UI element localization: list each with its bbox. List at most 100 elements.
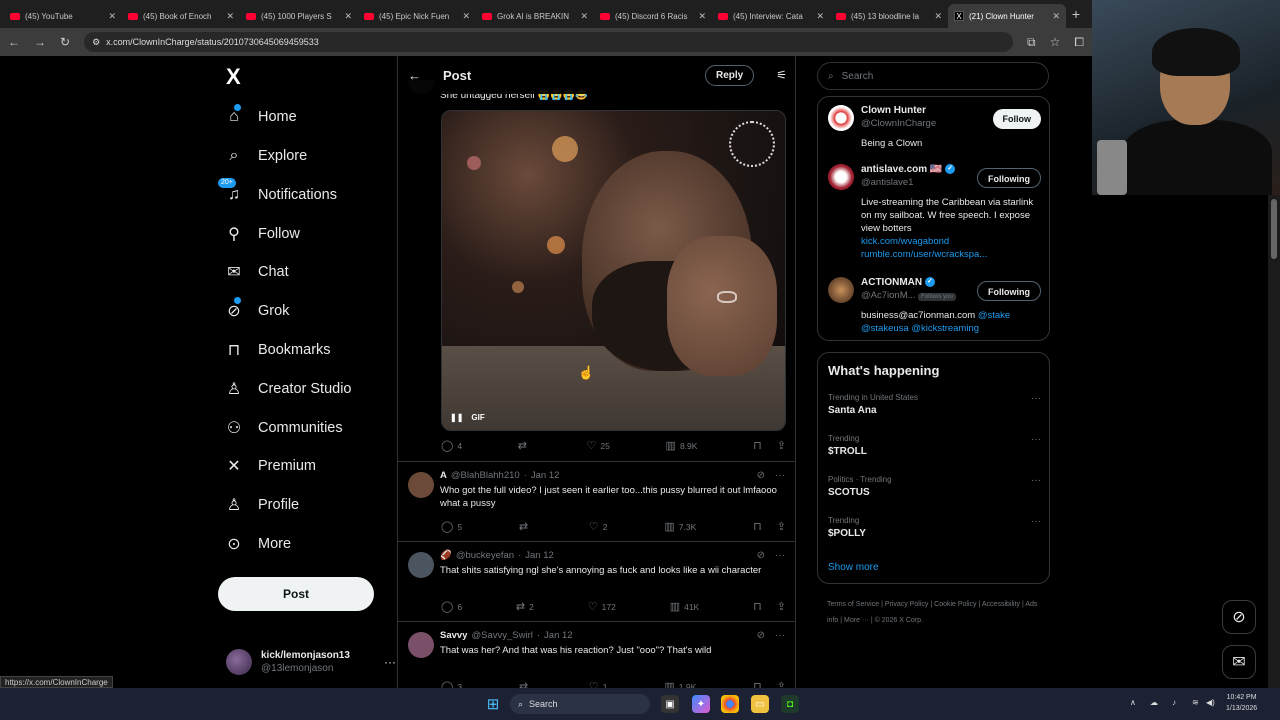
avatar[interactable]	[828, 277, 854, 303]
pause-icon[interactable]: ❚❚	[450, 413, 463, 422]
more-dots-icon[interactable]: ···	[775, 630, 785, 641]
tray-chevron-icon[interactable]: ∧	[1130, 698, 1136, 707]
tweet-date[interactable]: Jan 12	[544, 630, 573, 641]
bio-link[interactable]: kick.com/wvagabond	[861, 236, 949, 247]
avatar[interactable]	[828, 164, 854, 190]
retweet-action[interactable]: ⇄	[519, 520, 532, 533]
back-arrow-icon[interactable]: ←	[8, 35, 20, 49]
grok-floating-icon[interactable]: ⊘	[1222, 600, 1256, 634]
avatar[interactable]	[408, 632, 434, 658]
footer-link[interactable]: Accessibility	[982, 601, 1020, 608]
mic-icon[interactable]: ♪	[1172, 698, 1176, 707]
avatar[interactable]	[828, 105, 854, 131]
taskbar-clock[interactable]: 10:42 PM 1/13/2026	[1226, 692, 1257, 714]
user-name[interactable]: antislave.com 🇺🇸 ✓	[861, 164, 956, 175]
address-bar[interactable]: ⚙ x.com/ClownInCharge/status/20107306450…	[84, 32, 1014, 52]
bookmark-icon[interactable]: ⊓	[753, 439, 762, 452]
close-tab-icon[interactable]: ✕	[1052, 11, 1060, 22]
more-dots-icon[interactable]: ···	[775, 470, 785, 481]
tweet-date[interactable]: Jan 12	[531, 470, 560, 481]
sidebar-item-chat[interactable]: ✉ Chat	[224, 255, 288, 289]
site-info-icon[interactable]: ⚙	[92, 37, 100, 48]
grok-icon[interactable]: ⊘	[757, 630, 765, 641]
views-action[interactable]: ▥ 41K	[670, 600, 700, 613]
retweet-action[interactable]: ⇄	[519, 680, 532, 688]
filter-sliders-icon[interactable]: ⚟	[776, 68, 787, 82]
reload-icon[interactable]: ↻	[60, 35, 70, 49]
bookmark-icon[interactable]: ⊓	[753, 680, 762, 688]
trend-item[interactable]: Trending $TROLL ···	[828, 434, 1041, 457]
footer-link[interactable]: More ···	[844, 617, 869, 624]
bio-link[interactable]: rumble.com/user/wcrackspa...	[861, 249, 987, 260]
user-name[interactable]: ACTIONMAN ✓	[861, 277, 935, 288]
bookmark-icon[interactable]: ⊓	[753, 600, 762, 613]
more-dots-icon[interactable]: ···	[1031, 393, 1041, 404]
views-action[interactable]: ▥ 1.9K	[664, 680, 696, 688]
more-dots-icon[interactable]: ···	[775, 550, 785, 561]
browser-tab[interactable]: X (21) Clown Hunter ✕	[948, 4, 1066, 28]
share-icon[interactable]: ⇪	[777, 520, 786, 533]
install-app-icon[interactable]: ⧉	[1027, 35, 1036, 50]
browser-tab[interactable]: (45) Book of Enoch ✕	[122, 4, 240, 28]
sidebar-item-explore[interactable]: ⌕ Explore	[224, 139, 308, 173]
reply-action[interactable]: ◯ 6	[441, 600, 462, 613]
more-dots-icon[interactable]: ···	[1031, 516, 1041, 527]
reply-tweet[interactable]: A @BlahBlahh210 · Jan 12 ⊘ ··· Who got the ful…	[398, 462, 795, 542]
network-icon[interactable]: ☁	[1150, 698, 1158, 707]
wifi-icon[interactable]: ≋	[1192, 698, 1199, 707]
views-action[interactable]: ▥ 7.3K	[664, 520, 696, 533]
browser-tab[interactable]: Grok AI is BREAKIN ✕	[476, 4, 594, 28]
author-name[interactable]: A	[440, 470, 447, 481]
x-logo-icon[interactable]: X	[226, 64, 241, 90]
trend-item[interactable]: Trending in United States Santa Ana ···	[828, 393, 1041, 416]
like-action[interactable]: ♡ 1	[589, 680, 608, 688]
footer-link[interactable]: Cookie Policy	[934, 601, 976, 608]
like-action[interactable]: ♡ 25	[587, 439, 610, 452]
avatar[interactable]	[408, 552, 434, 578]
close-tab-icon[interactable]: ✕	[698, 11, 706, 22]
reply-tweet[interactable]: Savvy @Savvy_Swirl · Jan 12 ⊘ ··· That was her…	[398, 622, 795, 688]
user-name[interactable]: Clown Hunter	[861, 105, 926, 116]
grok-icon[interactable]: ⊘	[757, 470, 765, 481]
app-icon[interactable]: ◘	[781, 695, 799, 713]
trend-item[interactable]: Trending $POLLY ···	[828, 516, 1041, 539]
taskbar-search[interactable]: ⌕ Search	[510, 694, 650, 714]
more-dots-icon[interactable]: ···	[384, 655, 396, 669]
reply-action[interactable]: ◯ 5	[441, 520, 462, 533]
browser-tab[interactable]: (45) Epic Nick Fuen ✕	[358, 4, 476, 28]
more-dots-icon[interactable]: ···	[1031, 434, 1041, 445]
sidebar-item-communities[interactable]: ⚇ Communities	[224, 411, 343, 445]
sidebar-item-grok[interactable]: ⊘ Grok	[224, 294, 289, 328]
extensions-icon[interactable]: ⧠	[1074, 35, 1084, 50]
retweet-action[interactable]: ⇄ 2	[516, 600, 534, 613]
sidebar-item-premium[interactable]: ✕ Premium	[224, 449, 316, 483]
task-view-icon[interactable]: ▣	[661, 695, 679, 713]
grok-icon[interactable]: ⊘	[757, 550, 765, 561]
sidebar-item-more[interactable]: ⊙ More	[224, 527, 291, 561]
browser-tab[interactable]: (45) 1000 Players S ✕	[240, 4, 358, 28]
show-more-link[interactable]: Show more	[828, 562, 879, 573]
close-tab-icon[interactable]: ✕	[226, 11, 234, 22]
share-icon[interactable]: ⇪	[777, 600, 786, 613]
bio-link[interactable]: @stake	[978, 310, 1010, 321]
reply-action[interactable]: ◯ 3	[441, 680, 462, 688]
gif-controls[interactable]: ❚❚ GIF	[450, 413, 485, 422]
sidebar-item-bookmarks[interactable]: ⊓ Bookmarks	[224, 333, 331, 367]
close-tab-icon[interactable]: ✕	[108, 11, 116, 22]
footer-link[interactable]: © 2026 X Corp.	[875, 617, 923, 624]
close-tab-icon[interactable]: ✕	[344, 11, 352, 22]
post-button[interactable]: Post	[218, 577, 374, 611]
like-action[interactable]: ♡ 2	[589, 520, 608, 533]
author-handle[interactable]: @Savvy_Swirl	[471, 630, 532, 641]
follow-button[interactable]: Follow	[992, 109, 1041, 129]
new-tab-icon[interactable]: +	[1066, 6, 1086, 22]
close-tab-icon[interactable]: ✕	[580, 11, 588, 22]
search-input[interactable]: ⌕ Search	[817, 62, 1049, 90]
following-button[interactable]: Following	[977, 281, 1041, 301]
bio-link[interactable]: @kickstreaming	[911, 323, 979, 334]
reply-button[interactable]: Reply	[705, 64, 755, 86]
author-handle[interactable]: @buckeyefan	[456, 550, 514, 561]
browser-tab[interactable]: (45) YouTube ✕	[4, 4, 122, 28]
avatar[interactable]	[408, 472, 434, 498]
author-name[interactable]: Savvy	[440, 630, 467, 641]
